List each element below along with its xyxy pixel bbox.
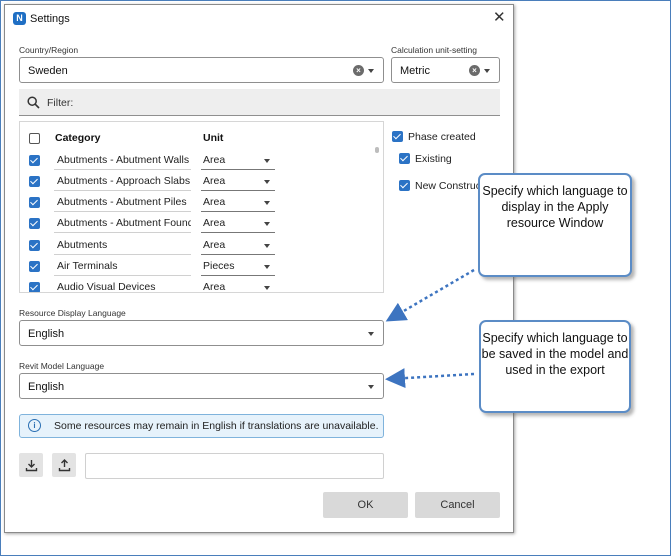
callout-arrows: [385, 268, 475, 389]
arrow-model-language: [385, 368, 475, 389]
arrow-display-language: [385, 268, 475, 322]
